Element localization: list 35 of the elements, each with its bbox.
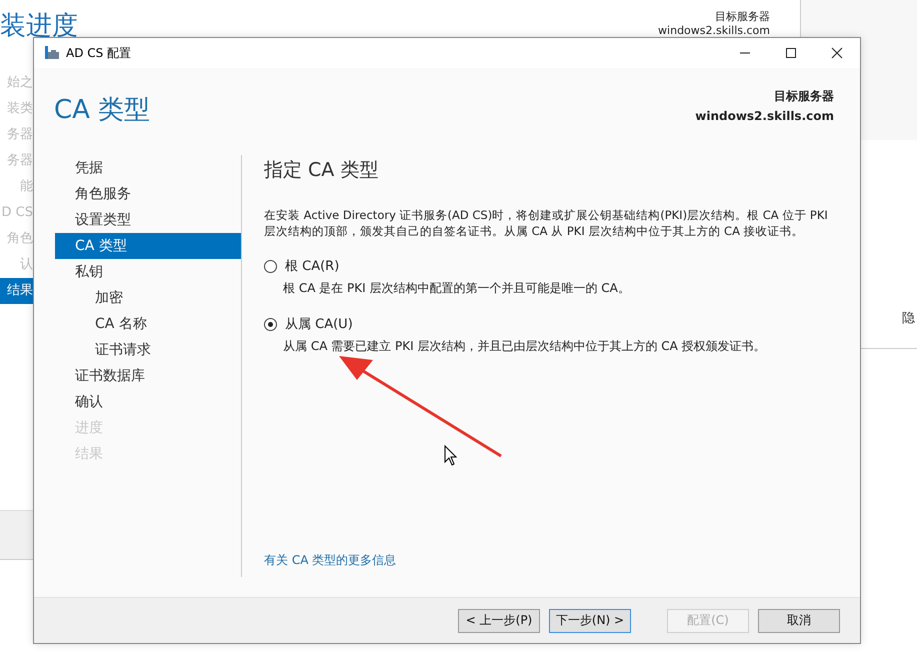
nav-item[interactable]: 设置类型 <box>55 207 241 233</box>
side-text: 隐 <box>902 310 915 327</box>
option-description: 根 CA 是在 PKI 层次结构中配置的第一个并且可能是唯一的 CA。 <box>283 280 631 297</box>
nav-item[interactable]: 私钥 <box>55 259 241 285</box>
nav-item[interactable]: 结果 <box>0 278 33 304</box>
target-label: 目标服务器 <box>714 10 770 24</box>
radio-button[interactable] <box>264 318 277 330</box>
close-icon <box>831 47 843 59</box>
radio-button[interactable] <box>264 260 277 272</box>
description-text: 在安装 Active Directory 证书服务(AD CS)时，将创建或扩展公钥基础结构(PKI)层次结构。根 CA 位于 PKI 层次结构的顶部，颁发其自己的自签名证书。从属 CA 从 PKI 层次结构中位于其上方的 CA 接收证书。 <box>264 207 829 239</box>
option-description: 从属 CA 需要已建立 PKI 层次结构，并且已由层次结构中位于其上方的 CA 授权颁发证书。 <box>283 338 767 355</box>
wizard-button[interactable]: 取消 <box>758 608 840 632</box>
window-title: AD CS 配置 <box>66 44 132 62</box>
nav-item[interactable]: 凭据 <box>55 155 241 181</box>
window-title: 装进度 <box>0 10 78 43</box>
radio-label[interactable]: 从属 CA(U) <box>285 315 353 333</box>
wizard-button[interactable]: < 上一步(P) <box>458 608 540 632</box>
nav-item[interactable]: CA 名称 <box>55 311 241 337</box>
nav-item[interactable]: 加密 <box>55 285 241 311</box>
nav-item[interactable]: 确认 <box>55 389 241 415</box>
page-title: CA 类型 <box>54 94 150 127</box>
section-heading: 指定 CA 类型 <box>264 158 380 183</box>
target-server: windows2.skills.com <box>658 24 770 38</box>
nav-item[interactable]: 证书请求 <box>55 337 241 363</box>
radio-label[interactable]: 根 CA(R) <box>285 257 340 275</box>
target-label: 目标服务器 <box>773 88 834 105</box>
mouse-cursor-icon <box>444 445 458 467</box>
more-info-link[interactable]: 有关 CA 类型的更多信息 <box>264 552 396 569</box>
nav-item[interactable]: 证书数据库 <box>55 363 241 389</box>
target-server: windows2.skills.com <box>695 108 834 125</box>
maximize-icon <box>785 47 797 59</box>
nav-item[interactable]: 角色服务 <box>55 181 241 207</box>
wizard-button[interactable]: 下一步(N) > <box>549 608 631 632</box>
server-icon <box>44 45 60 61</box>
nav-item[interactable]: CA 类型 <box>55 233 241 259</box>
